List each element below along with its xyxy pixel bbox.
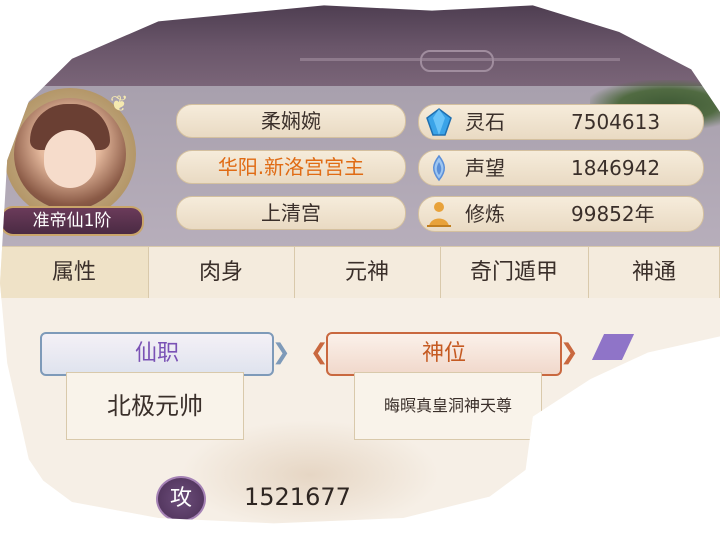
resource-label: 灵石 [465,110,505,134]
shenwei-header: 神位 [326,332,562,376]
prestige-icon [433,154,445,182]
tab-spirit[interactable]: 元神 [294,247,441,299]
top-decoration [0,5,720,86]
resource-label: 声望 [465,156,505,180]
decorative-knot [420,50,494,72]
tab-supernatural[interactable]: 神通 [588,247,720,299]
tab-qimen[interactable]: 奇门遁甲 [440,247,589,299]
resource-spirit-stone: 灵石 7504613 [418,104,704,140]
attack-value: 1521677 [244,483,351,511]
resource-cultivation: 修炼 99852年 [418,196,704,232]
character-title: 华阳.新洛宫宫主 [176,150,406,184]
tab-body[interactable]: 肉身 [148,247,295,299]
resource-value: 1846942 [571,156,661,180]
xianzhi-value: 北极元帅 [107,392,203,420]
shenwei-body: 晦暝真皇洞神天尊 [354,372,542,440]
attack-stat: 攻 1521677 [156,472,416,522]
shenwei-value: 晦暝真皇洞神天尊 [383,396,512,415]
xianzhi-body: 北极元帅 [66,372,244,440]
tab-attributes[interactable]: 属性 [0,247,149,299]
character-sect: 上清宫 [176,196,406,230]
xianzhi-header: 仙职 [40,332,274,376]
chevron-right-icon: ❯ [272,340,291,365]
tab-bar: 属性 肉身 元神 奇门遁甲 神通 [0,246,720,300]
avatar-face [44,130,96,188]
butterfly-icon: ❦ [110,92,129,117]
resource-label: 修炼 [465,202,505,226]
attack-icon: 攻 [156,476,206,522]
character-name: 柔娴婉 [176,104,406,138]
resource-prestige: 声望 1846942 [418,150,704,186]
resource-value: 7504613 [571,110,661,134]
rank-badge: 准帝仙1阶 [0,206,144,236]
character-panel: ❦ 准帝仙1阶 柔娴婉 华阳.新洛宫宫主 上清宫 灵石 7504613 声望 1… [0,5,720,524]
shenwei-card[interactable]: ❮ 神位 ❯ 晦暝真皇洞神天尊 [310,332,580,442]
xianzhi-card[interactable]: 仙职 ❯ 北极元帅 [40,332,290,442]
crystal-icon [426,108,452,136]
meditation-icon [427,202,451,227]
chevron-right-icon: ❯ [560,340,579,365]
resource-value: 99852年 [571,202,655,226]
